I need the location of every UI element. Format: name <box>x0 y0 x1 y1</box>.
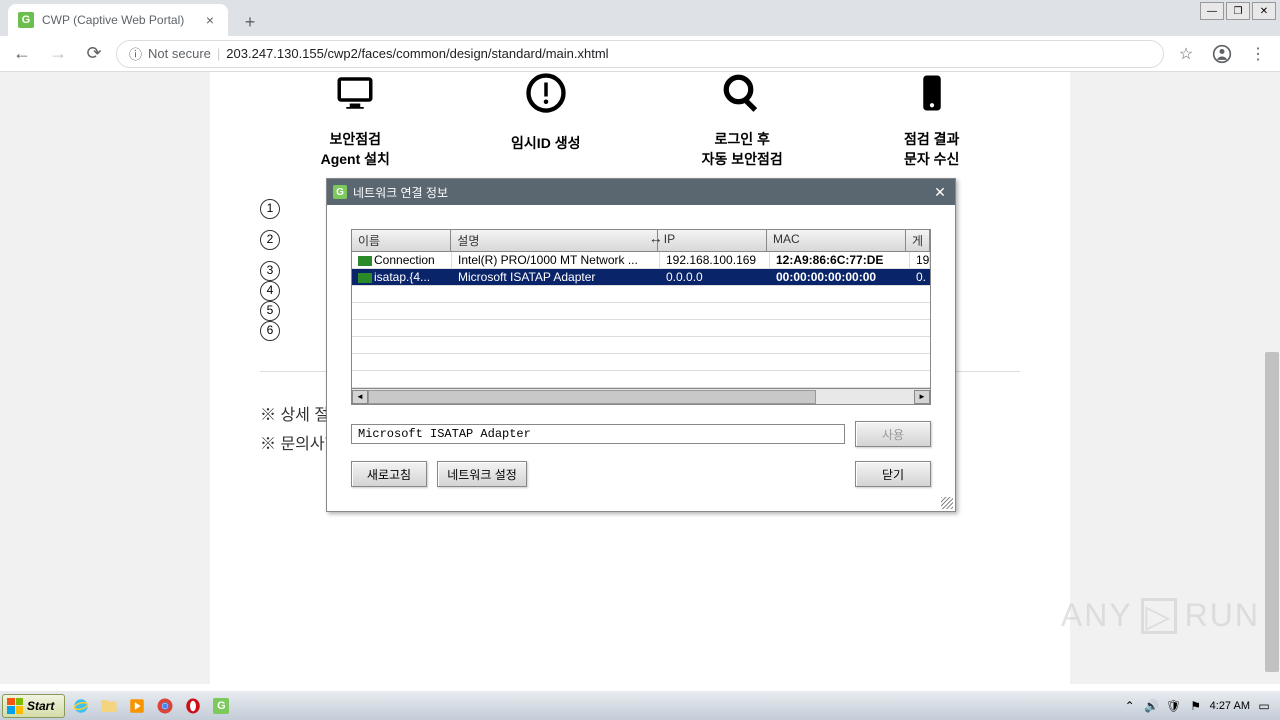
browser-tab-strip: G CWP (Captive Web Portal) × + — ❐ ✕ <box>0 0 1280 36</box>
step-1: 보안점검 Agent 설치 <box>321 72 390 169</box>
network-table: 이름 설명↔ IP MAC 게 Connection Intel(R) PRO/… <box>351 229 931 405</box>
new-tab-button[interactable]: + <box>236 8 264 36</box>
taskbar-opera-icon[interactable] <box>181 694 205 718</box>
scroll-thumb[interactable] <box>1265 352 1279 672</box>
windows-logo-icon <box>7 698 23 714</box>
dialog-titlebar[interactable]: G 네트워크 연결 정보 ✕ <box>327 179 955 205</box>
start-button[interactable]: Start <box>2 694 65 718</box>
scroll-left-icon[interactable]: ◄ <box>352 390 368 404</box>
nic-icon <box>358 256 372 266</box>
taskbar-media-icon[interactable] <box>125 694 149 718</box>
step-4: 점검 결과 문자 수신 <box>904 72 959 169</box>
close-button[interactable]: 닫기 <box>855 461 931 487</box>
window-maximize-icon[interactable]: ❐ <box>1226 2 1250 20</box>
window-close-icon[interactable]: ✕ <box>1252 2 1276 20</box>
use-button[interactable]: 사용 <box>855 421 931 447</box>
table-row-selected[interactable]: isatap.{4... Microsoft ISATAP Adapter 0.… <box>352 269 930 286</box>
taskbar-explorer-icon[interactable] <box>97 694 121 718</box>
col-desc-header[interactable]: 설명↔ <box>451 230 657 251</box>
dialog-title-text: 네트워크 연결 정보 <box>353 184 448 201</box>
step-3: 로그인 후 자동 보안점검 <box>702 72 783 169</box>
col-name-header[interactable]: 이름 <box>352 230 451 251</box>
column-resize-icon[interactable]: ↔ <box>649 230 663 246</box>
profile-icon[interactable] <box>1208 40 1236 68</box>
url-text: 203.247.130.155/cwp2/faces/common/design… <box>226 46 608 61</box>
col-last-header[interactable]: 게 <box>906 230 930 251</box>
tray-clock[interactable]: 4:27 AM <box>1210 700 1250 712</box>
tab-favicon-icon: G <box>18 12 34 28</box>
tray-volume-icon[interactable]: 🔊 <box>1144 698 1160 714</box>
phone-icon <box>904 72 959 123</box>
tray-desktop-icon[interactable]: ▭ <box>1256 698 1272 714</box>
id-icon <box>511 72 580 123</box>
tab-title: CWP (Captive Web Portal) <box>42 13 184 27</box>
nav-reload-icon[interactable]: ⟳ <box>80 40 108 68</box>
col-ip-header[interactable]: IP <box>658 230 767 251</box>
taskbar: Start G ⌃ 🔊 🛡 ⚑ 4:27 AM ▭ <box>0 690 1280 720</box>
info-icon: ⓘ <box>129 44 142 63</box>
resize-grip-icon[interactable] <box>941 497 953 509</box>
taskbar-chrome-icon[interactable] <box>153 694 177 718</box>
nav-forward-icon: → <box>44 40 72 68</box>
col-mac-header[interactable]: MAC <box>767 230 906 251</box>
network-info-dialog: G 네트워크 연결 정보 ✕ 이름 설명↔ IP MAC 게 Connectio… <box>326 178 956 512</box>
search-icon <box>702 72 783 123</box>
url-input[interactable]: ⓘ Not secure | 203.247.130.155/cwp2/face… <box>116 40 1164 68</box>
table-row[interactable]: Connection Intel(R) PRO/1000 MT Network … <box>352 252 930 269</box>
security-status: Not secure <box>148 46 211 61</box>
nic-icon <box>358 273 372 283</box>
scroll-right-icon[interactable]: ► <box>914 390 930 404</box>
network-settings-button[interactable]: 네트워크 설정 <box>437 461 527 487</box>
browser-tab[interactable]: G CWP (Captive Web Portal) × <box>8 4 228 36</box>
refresh-button[interactable]: 새로고침 <box>351 461 427 487</box>
monitor-icon <box>321 72 390 123</box>
nav-back-icon[interactable]: ← <box>8 40 36 68</box>
vertical-scrollbar[interactable] <box>1264 72 1280 684</box>
tab-close-icon[interactable]: × <box>202 12 218 28</box>
dialog-close-icon[interactable]: ✕ <box>931 183 949 201</box>
window-minimize-icon[interactable]: — <box>1200 2 1224 20</box>
detail-input[interactable] <box>351 424 845 444</box>
kebab-menu-icon[interactable]: ⋮ <box>1244 40 1272 68</box>
page-viewport: 보안점검 Agent 설치 임시ID 생성 로그인 후 자동 보안점검 점검 결… <box>0 72 1280 684</box>
tray-flag-icon[interactable]: ⚑ <box>1188 698 1204 714</box>
bookmark-star-icon[interactable]: ☆ <box>1172 40 1200 68</box>
scroll-thumb-h[interactable] <box>368 390 816 404</box>
list-number: 1 <box>260 199 280 219</box>
tray-expand-icon[interactable]: ⌃ <box>1122 698 1138 714</box>
taskbar-ie-icon[interactable] <box>69 694 93 718</box>
table-header: 이름 설명↔ IP MAC 게 <box>352 230 930 252</box>
taskbar-app-icon[interactable]: G <box>209 694 233 718</box>
dialog-favicon-icon: G <box>333 185 347 199</box>
table-h-scrollbar[interactable]: ◄ ► <box>352 388 930 404</box>
watermark: ANY ▷ RUN <box>1061 597 1260 634</box>
list-number: 2 <box>260 230 280 250</box>
list-number: 6 <box>260 321 280 341</box>
tray-shield-icon[interactable]: 🛡 <box>1166 698 1182 714</box>
play-icon: ▷ <box>1141 598 1177 634</box>
system-tray: ⌃ 🔊 🛡 ⚑ 4:27 AM ▭ <box>1122 698 1278 714</box>
step-2: 임시ID 생성 <box>511 72 580 169</box>
address-bar: ← → ⟳ ⓘ Not secure | 203.247.130.155/cwp… <box>0 36 1280 72</box>
